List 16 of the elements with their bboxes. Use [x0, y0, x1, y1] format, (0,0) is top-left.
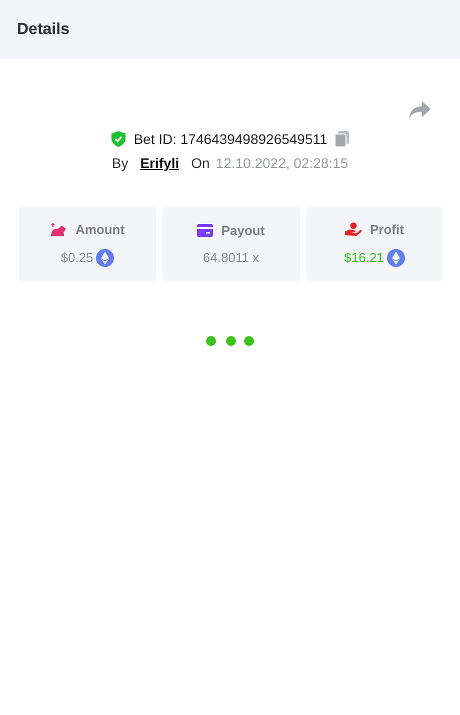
stat-label: Profit [370, 222, 404, 236]
user-link[interactable]: Erifyli [140, 155, 180, 171]
hand-coin-icon [345, 222, 362, 236]
share-icon[interactable] [409, 101, 431, 119]
header-title: Details [17, 20, 70, 38]
on-label: On [191, 155, 210, 171]
stat-value: $0.25 [60, 250, 94, 265]
stat-value: $16.21 [344, 250, 384, 265]
copy-icon[interactable] [335, 131, 350, 147]
stat-label: Amount [75, 222, 125, 236]
bet-id: Bet ID: 1746439498926549511 [134, 131, 328, 147]
by-label: By [112, 155, 128, 171]
stat-value: 64.8011 x [202, 250, 260, 265]
card-icon [197, 224, 214, 237]
bet-date: 12.10.2022, 02:28:15 [216, 155, 348, 171]
stat-label: Payout [221, 223, 265, 238]
